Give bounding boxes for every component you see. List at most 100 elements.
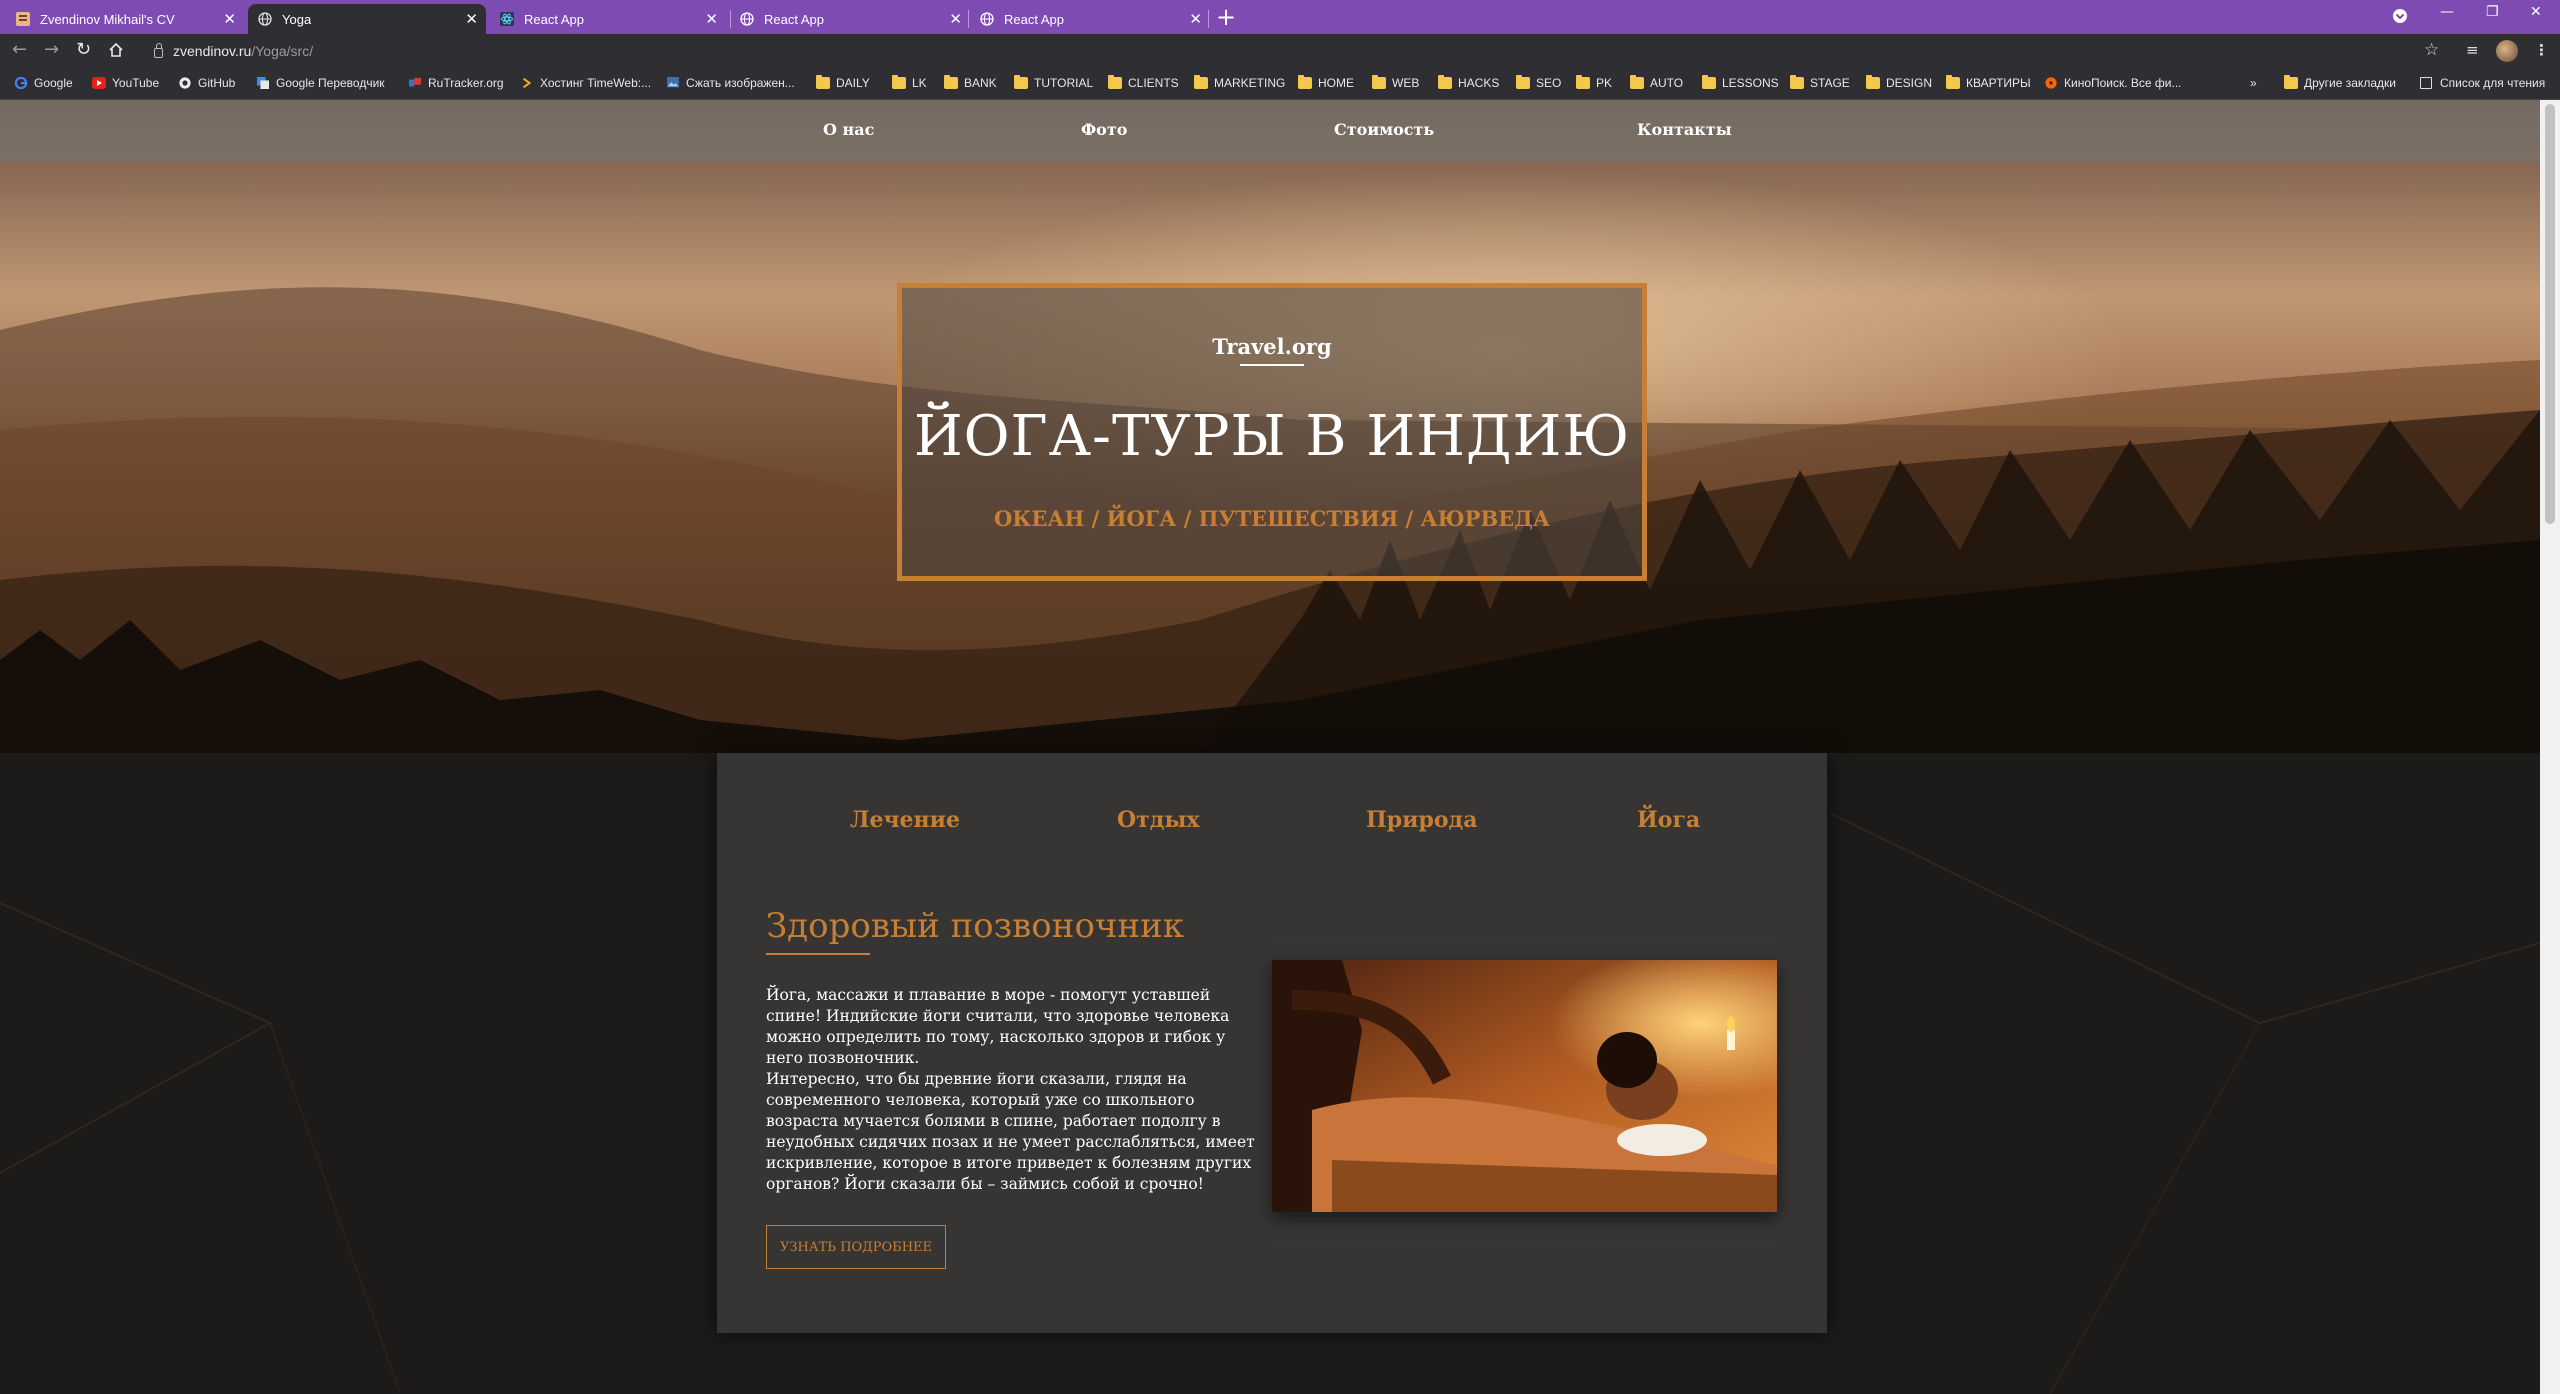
close-tab-icon[interactable]: ✕ — [705, 10, 718, 28]
reading-list-button[interactable]: Список для чтения — [2420, 76, 2545, 90]
close-tab-icon[interactable]: ✕ — [1189, 10, 1202, 28]
bookmark-folder-design[interactable]: DESIGN — [1866, 75, 1932, 90]
folder-icon — [892, 75, 906, 89]
forward-icon[interactable]: → — [44, 39, 59, 61]
nav-photo-link[interactable]: Фото — [1081, 120, 1127, 139]
bookmark-github[interactable]: GitHub — [178, 76, 235, 90]
youtube-icon — [92, 77, 106, 89]
bookmark-label: CLIENTS — [1128, 76, 1179, 90]
close-tab-icon[interactable]: ✕ — [223, 10, 236, 28]
back-icon[interactable]: ← — [12, 39, 27, 61]
profile-avatar-icon[interactable] — [2496, 40, 2518, 62]
bookmark-translate[interactable]: Google Переводчик — [256, 76, 385, 90]
bookmark-label: Хостинг TimeWeb:... — [540, 76, 652, 90]
reload-icon[interactable]: ↻ — [76, 39, 91, 61]
bookmark-folder-hacks[interactable]: HACKS — [1438, 75, 1500, 90]
bookmark-folder-stage[interactable]: STAGE — [1790, 75, 1850, 90]
browser-toolbar: ← → ↻ zvendinov.ru/Yoga/src/ ☆ ≡ ⋮ — [0, 34, 2560, 68]
tab-yoga[interactable]: Йога — [1637, 807, 1700, 833]
tab-react-app-2[interactable]: React App ✕ — [730, 4, 970, 34]
menu-kebab-icon[interactable]: ⋮ — [2534, 41, 2549, 59]
bookmark-label: AUTO — [1650, 76, 1684, 90]
folder-icon — [1790, 75, 1804, 89]
bookmark-label: WEB — [1392, 76, 1420, 90]
bookmark-folder-lessons[interactable]: LESSONS — [1702, 75, 1779, 90]
bookmark-google[interactable]: Google — [14, 76, 73, 90]
tab-cv[interactable]: Zvendinov Mikhail's CV ✕ — [6, 4, 244, 34]
close-tab-icon[interactable]: ✕ — [465, 10, 478, 28]
bookmarks-bar: Google YouTube GitHub Google Переводчик … — [0, 68, 2560, 100]
bookmark-label: Список для чтения — [2440, 76, 2546, 90]
new-tab-button[interactable]: + — [1216, 4, 1236, 30]
bookmark-folder-lk[interactable]: LK — [892, 75, 927, 90]
bookmark-folder-tutorial[interactable]: TUTORIAL — [1014, 75, 1093, 90]
hero-title: ЙОГА-ТУРЫ В ИНДИЮ — [913, 404, 1631, 469]
nav-about-link[interactable]: О нас — [823, 120, 874, 139]
tab-react-app-1[interactable]: React App ✕ — [490, 4, 726, 34]
bookmark-star-icon[interactable]: ☆ — [2424, 40, 2439, 60]
page-scrollbar[interactable] — [2540, 100, 2560, 1394]
bookmark-folder-home[interactable]: HOME — [1298, 75, 1354, 90]
reading-list-icon — [2420, 77, 2432, 89]
scrollbar-thumb[interactable] — [2545, 104, 2555, 524]
site-brand[interactable]: Travel.org — [902, 334, 1642, 359]
react-icon — [500, 12, 514, 26]
translate-icon — [257, 77, 269, 89]
tab-title: Yoga — [282, 11, 312, 27]
tab-title: React App — [1004, 11, 1064, 27]
bookmark-folder-pk[interactable]: PK — [1576, 75, 1613, 90]
tab-react-app-3[interactable]: React App ✕ — [970, 4, 1210, 34]
restore-icon[interactable]: ❐ — [2486, 4, 2499, 20]
bookmark-compress-image[interactable]: Сжать изображен... — [666, 76, 795, 90]
github-icon — [179, 77, 191, 89]
close-tab-icon[interactable]: ✕ — [949, 10, 962, 28]
home-icon[interactable] — [108, 39, 124, 64]
bookmark-folder-web[interactable]: WEB — [1372, 75, 1420, 90]
bookmark-youtube[interactable]: YouTube — [92, 76, 159, 90]
chevron-double-right-icon: » — [2250, 76, 2257, 90]
bookmark-label: HOME — [1318, 76, 1354, 90]
bookmark-rutracker[interactable]: RuTracker.org — [408, 76, 504, 90]
tab-yoga[interactable]: Yoga ✕ — [248, 4, 486, 34]
tab-strip: Zvendinov Mikhail's CV ✕ Yoga ✕ React Ap… — [0, 0, 2560, 34]
tab-search-icon[interactable] — [2392, 8, 2408, 28]
bookmark-label: КВАРТИРЫ — [1966, 76, 2031, 90]
bookmark-folder-auto[interactable]: AUTO — [1630, 75, 1684, 90]
media-control-icon[interactable]: ≡ — [2466, 41, 2479, 59]
section-text: Йога, массажи и плавание в море - помогу… — [766, 985, 1256, 1195]
folder-icon — [1298, 75, 1312, 89]
bookmark-label: GitHub — [198, 76, 236, 90]
bookmark-label: КиноПоиск. Все фи... — [2064, 76, 2182, 90]
other-bookmarks-folder[interactable]: Другие закладки — [2284, 75, 2396, 90]
folder-icon — [1630, 75, 1644, 89]
bookmark-label: PK — [1596, 76, 1613, 90]
bookmark-kinopoisk[interactable]: КиноПоиск. Все фи... — [2044, 76, 2182, 90]
hero-section: О нас Фото Стоимость Контакты Travel.org… — [0, 100, 2540, 753]
close-window-icon[interactable]: ✕ — [2530, 4, 2542, 20]
nav-contacts-link[interactable]: Контакты — [1637, 120, 1732, 139]
nav-price-link[interactable]: Стоимость — [1334, 120, 1434, 139]
bookmark-folder-apartments[interactable]: КВАРТИРЫ — [1946, 75, 2031, 90]
bookmark-folder-clients[interactable]: CLIENTS — [1108, 75, 1179, 90]
minimize-icon[interactable]: — — [2440, 4, 2454, 20]
kinopoisk-icon — [2045, 77, 2057, 89]
bookmark-label: HACKS — [1458, 76, 1500, 90]
paragraph-2: Интересно, что бы древние йоги сказали, … — [766, 1070, 1255, 1193]
tab-rest[interactable]: Отдых — [1117, 807, 1200, 833]
bookmark-folder-daily[interactable]: DAILY — [816, 75, 870, 90]
bookmark-label: BANK — [964, 76, 997, 90]
folder-icon — [1516, 75, 1530, 89]
tab-separator — [968, 10, 969, 28]
bookmark-folder-marketing[interactable]: MARKETING — [1194, 75, 1285, 90]
bookmark-folder-seo[interactable]: SEO — [1516, 75, 1561, 90]
tab-nature[interactable]: Природа — [1366, 807, 1477, 833]
address-bar[interactable]: zvendinov.ru/Yoga/src/ — [140, 38, 2430, 64]
hero-subtitle: ОКЕАН / ЙОГА / ПУТЕШЕСТВИЯ / АЮРВЕДА — [993, 506, 1550, 531]
folder-icon — [2284, 75, 2298, 89]
more-bookmarks-button[interactable]: » — [2250, 76, 2257, 90]
bookmark-timeweb[interactable]: Хостинг TimeWeb:... — [520, 76, 651, 90]
bookmark-label: LESSONS — [1722, 76, 1779, 90]
bookmark-folder-bank[interactable]: BANK — [944, 75, 997, 90]
learn-more-button[interactable]: УЗНАТЬ ПОДРОБНЕЕ — [766, 1225, 946, 1269]
tab-treatment[interactable]: Лечение — [850, 807, 960, 833]
